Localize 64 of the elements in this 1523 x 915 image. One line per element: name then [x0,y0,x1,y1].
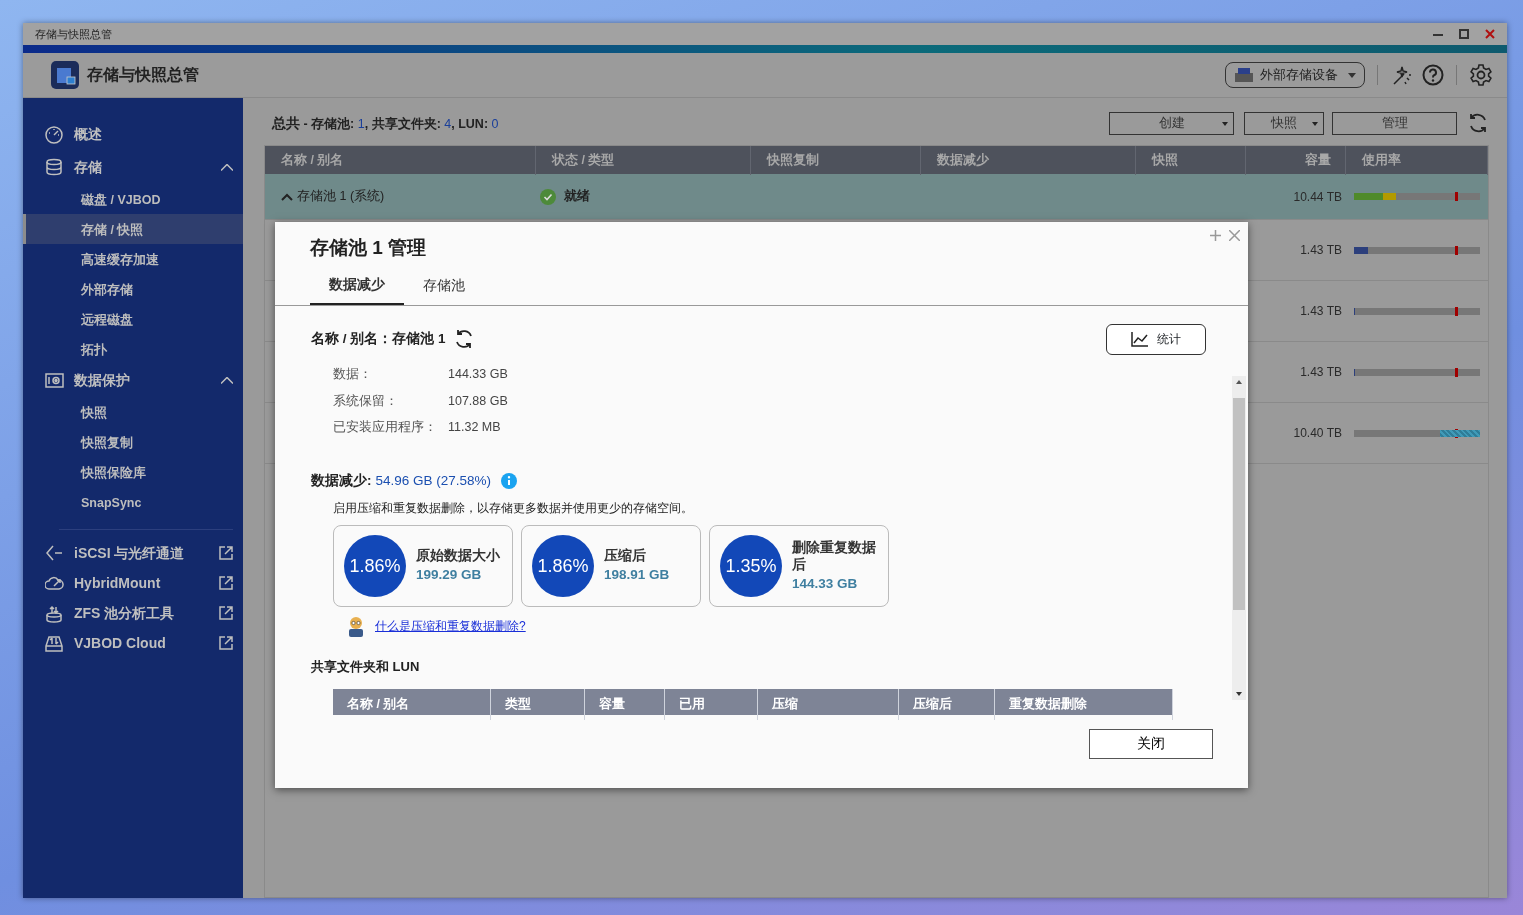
help-link[interactable]: 什么是压缩和重复数据删除? [375,617,526,636]
detail-label: 已安装应用程序： [333,419,438,437]
capacity-text: 10.40 TB [1292,425,1343,442]
sidebar-item[interactable]: 快照复制 [23,427,243,457]
toolbar-button[interactable]: 管理 [1332,111,1457,135]
detail-label: 数据： [333,365,373,383]
section-title: 共享文件夹和 LUN [311,658,421,677]
close-button[interactable]: 关闭 [1089,729,1213,759]
reduction-value: 54.96 GB (27.58%) [375,472,492,490]
sidebar-item[interactable]: 远程磁盘 [23,304,243,334]
sidebar-link[interactable]: ZFS 池分析工具 [23,598,243,628]
percent-circle: 1.86% [532,535,594,598]
column-header[interactable]: 压缩后 [899,688,995,720]
sidebar-item[interactable]: 磁盘 / VJBOD [23,184,243,214]
card-label: 压缩后 [604,547,647,565]
sidebar-item[interactable]: 拓扑 [23,334,243,364]
column-header[interactable]: 容量 [585,688,665,720]
sidebar-item[interactable]: 快照 [23,397,243,427]
sidebar-item[interactable]: 高速缓存加速 [23,244,243,274]
column-header[interactable]: 名称 / 别名 [333,688,491,720]
sidebar-item[interactable]: SnapSync [23,487,243,517]
detail-label: 系统保留： [333,392,399,410]
toolbar-button[interactable]: 创建 [1109,111,1234,135]
app-title: 存储与快照总管 [87,65,199,85]
dialog-tab[interactable]: 数据减少 [310,270,404,305]
window-title: 存储与快照总管 [35,26,112,42]
status-text: 就绪 [564,188,590,206]
stats-button[interactable]: 统计 [1106,323,1206,355]
sidebar-item[interactable]: 外部存储 [23,274,243,304]
capacity-text: 10.44 TB [1292,188,1343,206]
external-devices-button[interactable]: 外部存储设备 [1225,62,1365,88]
card-value: 144.33 GB [792,574,859,593]
column-header[interactable]: 类型 [491,688,585,720]
detail-value: 107.88 GB [448,392,509,410]
toolbar-button[interactable]: 快照 [1244,111,1324,135]
description-text: 启用压缩和重复数据删除，以存储更多数据并使用更少的存储空间。 [332,500,694,518]
capacity-text: 1.43 TB [1299,364,1343,381]
sidebar-section[interactable]: 数据保护 [23,364,243,397]
name-text: 名称 / 别名：存储池 1 [311,330,446,349]
card-value: 198.91 GB [604,565,670,584]
sidebar-link[interactable]: iSCSI 与光纤通道 [23,538,243,568]
dialog-tab[interactable]: 存储池 [404,270,484,305]
percent-circle: 1.86% [344,535,406,598]
sidebar-section[interactable]: 概述 [23,118,243,151]
detail-value: 11.32 MB [448,419,502,437]
card-label: 删除重复数据后 [792,538,877,574]
percent-circle: 1.35% [720,535,782,598]
card-label: 原始数据大小 [416,547,500,565]
sidebar-item[interactable]: 存储 / 快照 [23,214,243,244]
sidebar-link[interactable]: VJBOD Cloud [23,628,243,658]
sidebar-section[interactable]: 存储 [23,151,243,184]
column-header[interactable]: 重复数据删除 [995,688,1173,720]
sidebar-item[interactable]: 快照保险库 [23,457,243,487]
dialog-title: 存储池 1 管理 [309,236,428,260]
reduction-label: 数据减少: [311,472,372,490]
pool-name: 存储池 1 (系统) [297,188,385,206]
column-header[interactable]: 已用 [665,688,758,720]
column-header[interactable]: 压缩 [758,688,899,720]
sidebar-link[interactable]: HybridMount [23,568,243,598]
detail-value: 144.33 GB [448,365,509,383]
capacity-text: 1.43 TB [1299,242,1343,259]
card-value: 199.29 GB [416,565,483,584]
capacity-text: 1.43 TB [1299,303,1343,320]
summary-text: 总共 - 存储池: 1, 共享文件夹: 4, LUN: 0 [272,113,499,133]
